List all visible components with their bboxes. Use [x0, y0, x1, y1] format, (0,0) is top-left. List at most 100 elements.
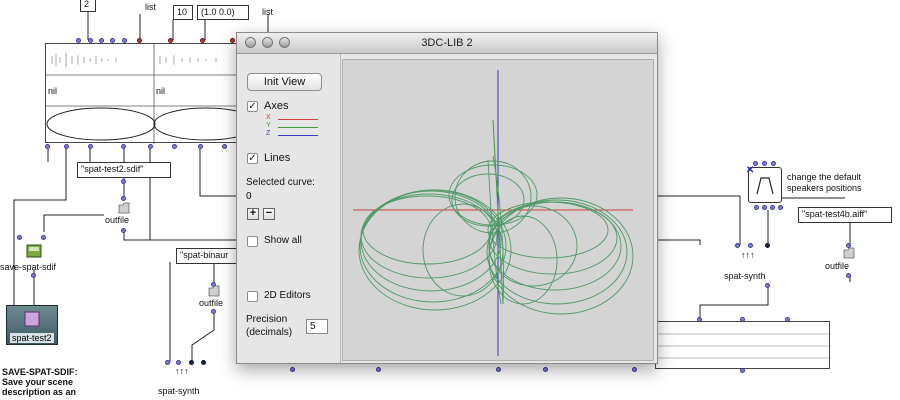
inlet-dot-dark[interactable]: [189, 360, 194, 365]
value-box-vector[interactable]: (1.0 0.0): [197, 5, 249, 20]
inlet-dot-dark[interactable]: [765, 243, 770, 248]
outfile-label-3: outfile: [825, 261, 850, 271]
precision-label: Precision (decimals): [246, 313, 292, 339]
spat-synth-label-2: spat-synth: [724, 271, 766, 281]
value-box-10[interactable]: 10: [173, 5, 193, 20]
outlet-dot[interactable]: [754, 205, 759, 210]
outlet-dot[interactable]: [222, 144, 227, 149]
inlet-dot[interactable]: [176, 360, 181, 365]
2d-editors-checkbox[interactable]: [247, 291, 258, 302]
value-box-2[interactable]: 2: [80, 0, 96, 12]
inlet-dot[interactable]: [165, 360, 170, 365]
3d-view-canvas[interactable]: [342, 59, 654, 361]
axes-checkbox[interactable]: ✓: [247, 101, 258, 112]
sound-output-panel[interactable]: [655, 321, 831, 369]
outlet-dot[interactable]: [846, 273, 851, 278]
axis-x-label: X: [266, 114, 271, 121]
3dc-lib-window[interactable]: 3DC-LIB 2 Init View ✓ Axes X Y Z ✓ Lines…: [236, 32, 658, 364]
axes-label: Axes: [264, 100, 289, 112]
aiff-filename-box[interactable]: "spat-test4b.aiff": [798, 207, 892, 223]
sound-output-lines: [656, 333, 831, 359]
plus-button[interactable]: +: [247, 208, 259, 220]
inlet-dot[interactable]: [762, 161, 767, 166]
outlet-dot[interactable]: [632, 367, 637, 372]
axis-z-label: Z: [266, 130, 271, 137]
axes-legend: X Y Z: [266, 114, 326, 140]
folder-icon[interactable]: [118, 202, 130, 214]
inlet-dot[interactable]: [17, 235, 22, 240]
show-all-checkbox[interactable]: [247, 236, 258, 247]
list-label-2: list: [262, 7, 273, 17]
init-view-button[interactable]: Init View: [247, 73, 322, 91]
inlet-dot[interactable]: [748, 243, 753, 248]
nil-label-2: nil: [156, 86, 166, 96]
outlet-dot[interactable]: [148, 144, 153, 149]
outlet-dot[interactable]: [740, 368, 745, 373]
outlet-dot[interactable]: [31, 273, 36, 278]
outlet-dot[interactable]: [290, 367, 295, 372]
inlet-dot[interactable]: [771, 161, 776, 166]
precision-input[interactable]: 5: [306, 319, 328, 334]
outlet-dot[interactable]: [778, 205, 783, 210]
outlet-dot[interactable]: [770, 205, 775, 210]
outlet-dot[interactable]: [543, 367, 548, 372]
axis-y-line: [278, 127, 318, 128]
outlet-dot[interactable]: [376, 367, 381, 372]
comment-line: Save your scene: [2, 377, 74, 387]
inlet-dot[interactable]: [121, 196, 126, 201]
outlet-dot[interactable]: [762, 205, 767, 210]
control-sidebar: Init View ✓ Axes X Y Z ✓ Lines Selected …: [237, 54, 341, 363]
outlet-dot[interactable]: [172, 144, 177, 149]
waveform-display: [46, 44, 259, 144]
outfile-label-1: outfile: [105, 215, 130, 225]
outlet-dot[interactable]: [45, 144, 50, 149]
inlet-dot-dark[interactable]: [201, 360, 206, 365]
window-titlebar[interactable]: 3DC-LIB 2: [237, 33, 657, 54]
spat-test2-object[interactable]: spat-test2: [6, 305, 58, 345]
outlet-dot[interactable]: [765, 283, 770, 288]
outlet-dot[interactable]: [121, 179, 126, 184]
3d-curves-plot: [353, 70, 634, 356]
outlet-dot[interactable]: [198, 144, 203, 149]
spat-synth-label-1: spat-synth: [158, 386, 200, 396]
show-all-label: Show all: [264, 235, 302, 246]
outlet-dot[interactable]: [121, 144, 126, 149]
zoom-window-icon[interactable]: [279, 37, 290, 48]
selected-curve-label: Selected curve:: [246, 177, 315, 188]
lines-checkbox[interactable]: ✓: [247, 153, 258, 164]
lines-label: Lines: [264, 152, 291, 164]
binaural-filename-box[interactable]: "spat-binaur: [176, 248, 238, 264]
outlet-dot[interactable]: [496, 367, 501, 372]
comment-line: change the default: [787, 172, 862, 182]
spat-synth-icon[interactable]: ↑↑↑: [175, 366, 189, 376]
sdif-filename-box[interactable]: "spat-test2.sdif": [77, 162, 171, 178]
outlet-dot[interactable]: [211, 309, 216, 314]
speakers-comment: change the default speakers positions: [787, 172, 862, 194]
save-spat-sdif-label: save-spat-sdif: [0, 262, 57, 272]
spat-test2-icon: [24, 311, 40, 327]
inlet-dot[interactable]: [735, 243, 740, 248]
minus-button[interactable]: −: [263, 208, 275, 220]
folder-icon[interactable]: [208, 285, 220, 297]
folder-icon[interactable]: [843, 247, 855, 259]
outlet-dot[interactable]: [88, 144, 93, 149]
spat-synth-icon[interactable]: ↑↑↑: [741, 250, 755, 260]
window-title: 3DC-LIB 2: [421, 37, 473, 49]
close-window-icon[interactable]: [245, 37, 256, 48]
outlet-dot[interactable]: [121, 228, 126, 233]
inlet-dot[interactable]: [41, 235, 46, 240]
list-label-1: list: [145, 2, 156, 12]
axis-x-line: [278, 119, 318, 120]
comment-line: speakers positions: [787, 183, 862, 193]
outlet-dot[interactable]: [64, 144, 69, 149]
precision-label-line: Precision: [246, 314, 288, 325]
save-spat-sdif-icon[interactable]: [26, 244, 42, 258]
axis-z-line: [278, 135, 318, 136]
outfile-label-2: outfile: [199, 298, 224, 308]
selected-curve-value: 0: [246, 191, 252, 202]
spat-data-panel[interactable]: nil nil: [45, 43, 259, 144]
close-x-icon[interactable]: ✕: [746, 165, 754, 176]
comment-line: description as an: [2, 387, 77, 397]
comment-line: SAVE-SPAT-SDIF:: [2, 367, 78, 377]
minimize-window-icon[interactable]: [262, 37, 273, 48]
